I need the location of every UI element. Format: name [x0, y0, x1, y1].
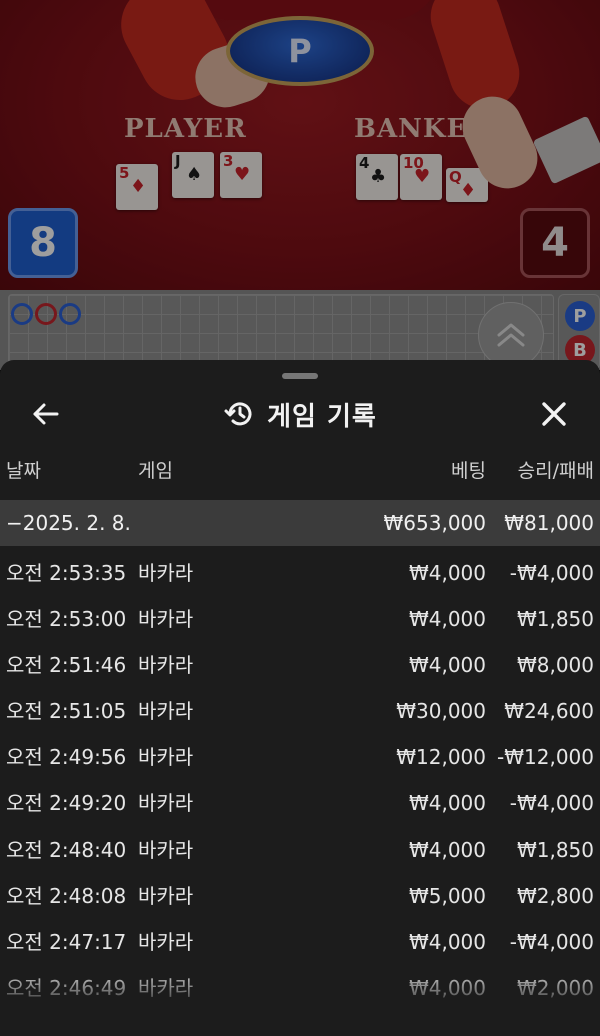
column-game: 게임 — [138, 460, 173, 482]
row-time: 오전 2:51:46 — [6, 653, 127, 678]
row-bet: ₩12,000 — [396, 745, 486, 770]
row-bet: ₩30,000 — [396, 699, 486, 724]
history-row[interactable]: 오전 2:47:17 바카라 ₩4,000 -₩4,000 — [0, 919, 600, 965]
row-time: 오전 2:46:49 — [6, 975, 127, 1000]
row-game: 바카라 — [138, 929, 194, 954]
history-list: 오전 2:53:35 바카라 ₩4,000 -₩4,000 오전 2:53:00 바카라 ₩… — [0, 550, 600, 1011]
row-result: -₩4,000 — [509, 791, 594, 816]
column-date: 날짜 — [6, 460, 41, 482]
row-bet: ₩4,000 — [408, 975, 486, 1000]
history-row[interactable]: 오전 2:53:35 바카라 ₩4,000 -₩4,000 — [0, 550, 600, 596]
row-game: 바카라 — [138, 837, 194, 862]
row-game: 바카라 — [138, 745, 194, 770]
date-summary-row[interactable]: −2025. 2. 8. ₩653,000 ₩81,000 — [0, 500, 600, 546]
row-bet: ₩5,000 — [408, 883, 486, 908]
row-game: 바카라 — [138, 699, 194, 724]
row-bet: ₩4,000 — [408, 561, 486, 585]
row-result: -₩4,000 — [509, 929, 594, 954]
drag-handle[interactable] — [282, 373, 318, 379]
game-history-sheet: 게임 기록 날짜 게임 베팅 승리/패배 −2025. 2. 8. ₩653,0… — [0, 360, 600, 1036]
history-row[interactable]: 오전 2:49:20 바카라 ₩4,000 -₩4,000 — [0, 780, 600, 826]
row-result: -₩12,000 — [497, 745, 594, 770]
history-row[interactable]: 오전 2:51:46 바카라 ₩4,000 ₩8,000 — [0, 642, 600, 688]
row-time: 오전 2:48:08 — [6, 883, 127, 908]
row-time: 오전 2:48:40 — [6, 837, 127, 862]
row-game: 바카라 — [138, 975, 194, 1000]
row-result: ₩1,850 — [516, 837, 594, 862]
column-bet: 베팅 — [451, 460, 486, 482]
row-result: ₩2,800 — [516, 883, 594, 908]
row-bet: ₩4,000 — [408, 837, 486, 862]
history-row[interactable]: 오전 2:48:40 바카라 ₩4,000 ₩1,850 — [0, 827, 600, 873]
column-win-loss: 승리/패배 — [517, 460, 594, 482]
history-clock-icon — [224, 402, 252, 426]
arrow-left-icon — [33, 403, 59, 425]
summary-win-loss: ₩81,000 — [504, 511, 594, 535]
row-result: ₩8,000 — [516, 653, 594, 678]
row-game: 바카라 — [138, 883, 194, 908]
summary-date: −2025. 2. 8. — [6, 511, 131, 535]
row-game: 바카라 — [138, 607, 194, 632]
row-bet: ₩4,000 — [408, 653, 486, 678]
row-bet: ₩4,000 — [408, 929, 486, 954]
row-game: 바카라 — [138, 791, 194, 816]
title-group: 게임 기록 — [0, 384, 600, 444]
summary-bet: ₩653,000 — [383, 511, 486, 535]
table-header: 날짜 게임 베팅 승리/패배 — [0, 456, 600, 494]
modal-backdrop[interactable] — [0, 0, 600, 370]
history-row[interactable]: 오전 2:48:08 바카라 ₩5,000 ₩2,800 — [0, 873, 600, 919]
row-bet: ₩4,000 — [408, 791, 486, 816]
history-row[interactable]: 오전 2:53:00 바카라 ₩4,000 ₩1,850 — [0, 596, 600, 642]
history-row[interactable]: 오전 2:49:56 바카라 ₩12,000 -₩12,000 — [0, 734, 600, 780]
row-game: 바카라 — [138, 653, 194, 678]
row-bet: ₩4,000 — [408, 607, 486, 632]
row-time: 오전 2:49:20 — [6, 791, 127, 816]
row-result: ₩2,000 — [516, 975, 594, 1000]
row-result: ₩1,850 — [516, 607, 594, 632]
sheet-title: 게임 기록 — [267, 401, 377, 432]
sheet-header: 게임 기록 — [0, 384, 600, 444]
row-result: ₩24,600 — [504, 699, 594, 724]
row-time: 오전 2:53:35 — [6, 561, 127, 585]
row-time: 오전 2:47:17 — [6, 929, 127, 954]
back-button[interactable] — [28, 396, 64, 432]
row-time: 오전 2:49:56 — [6, 745, 127, 770]
close-button[interactable] — [536, 396, 572, 432]
row-time: 오전 2:51:05 — [6, 699, 127, 724]
row-time: 오전 2:53:00 — [6, 607, 127, 632]
row-game: 바카라 — [138, 561, 194, 585]
history-row[interactable]: 오전 2:51:05 바카라 ₩30,000 ₩24,600 — [0, 688, 600, 734]
history-row[interactable]: 오전 2:46:49 바카라 ₩4,000 ₩2,000 — [0, 965, 600, 1011]
row-result: -₩4,000 — [509, 561, 594, 585]
close-icon — [542, 402, 566, 426]
